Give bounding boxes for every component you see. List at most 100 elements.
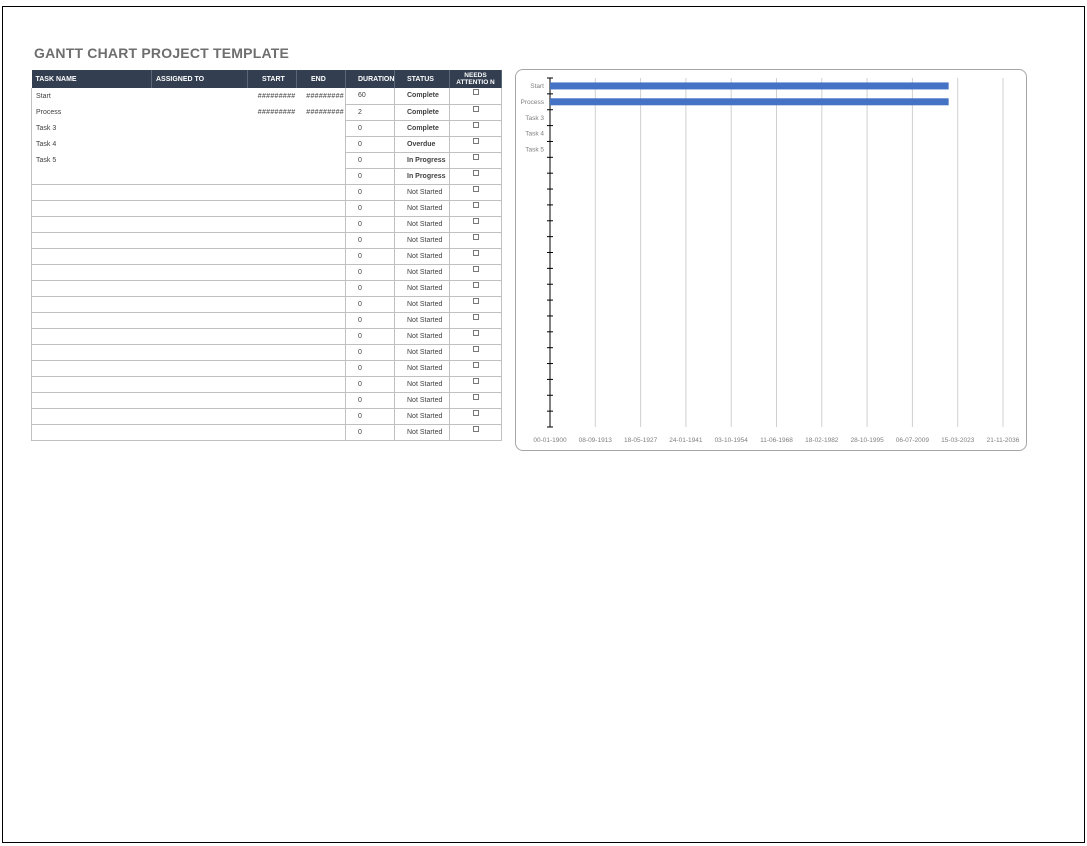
cell-needs-attention[interactable] <box>449 152 502 169</box>
cell-end[interactable] <box>296 264 346 281</box>
cell-end[interactable] <box>296 184 346 201</box>
cell-duration[interactable]: 0 <box>345 232 395 249</box>
cell-assigned-to[interactable] <box>151 280 248 297</box>
cell-task-name[interactable]: Task 3 <box>31 120 152 136</box>
needs-attention-checkbox[interactable] <box>472 377 479 384</box>
cell-status[interactable]: Not Started <box>394 280 450 297</box>
cell-task-name[interactable] <box>31 360 152 377</box>
cell-duration[interactable]: 0 <box>345 360 395 377</box>
cell-status[interactable]: Not Started <box>394 296 450 313</box>
cell-task-name[interactable] <box>31 280 152 297</box>
needs-attention-checkbox[interactable] <box>472 185 479 192</box>
cell-start[interactable] <box>247 408 297 425</box>
needs-attention-checkbox[interactable] <box>472 313 479 320</box>
cell-assigned-to[interactable] <box>151 408 248 425</box>
cell-end[interactable] <box>296 248 346 265</box>
needs-attention-checkbox[interactable] <box>472 345 479 352</box>
cell-duration[interactable]: 0 <box>345 248 395 265</box>
needs-attention-checkbox[interactable] <box>472 425 479 432</box>
cell-status[interactable]: Complete <box>394 104 450 121</box>
cell-status[interactable]: In Progress <box>394 152 450 169</box>
cell-end[interactable] <box>296 392 346 409</box>
cell-start[interactable]: ######### <box>248 88 297 104</box>
cell-start[interactable] <box>247 344 297 361</box>
cell-needs-attention[interactable] <box>449 280 502 297</box>
cell-assigned-to[interactable] <box>151 168 248 185</box>
cell-start[interactable] <box>247 232 297 249</box>
cell-needs-attention[interactable] <box>449 184 502 201</box>
needs-attention-checkbox[interactable] <box>472 217 479 224</box>
cell-status[interactable]: Not Started <box>394 408 450 425</box>
cell-needs-attention[interactable] <box>449 232 502 249</box>
cell-duration[interactable]: 0 <box>345 168 395 185</box>
cell-needs-attention[interactable] <box>449 424 502 441</box>
cell-status[interactable]: Not Started <box>394 392 450 409</box>
cell-task-name[interactable]: Task 4 <box>31 136 152 152</box>
cell-needs-attention[interactable] <box>449 88 502 105</box>
needs-attention-checkbox[interactable] <box>472 89 479 96</box>
cell-duration[interactable]: 2 <box>345 104 395 121</box>
cell-start[interactable] <box>247 248 297 265</box>
cell-duration[interactable]: 60 <box>345 88 395 105</box>
col-header-duration[interactable]: DURATION <box>345 70 395 88</box>
cell-status[interactable]: Not Started <box>394 184 450 201</box>
cell-needs-attention[interactable] <box>449 408 502 425</box>
needs-attention-checkbox[interactable] <box>472 265 479 272</box>
cell-needs-attention[interactable] <box>449 216 502 233</box>
cell-status[interactable]: Not Started <box>394 360 450 377</box>
cell-task-name[interactable] <box>31 408 152 425</box>
cell-status[interactable]: Not Started <box>394 312 450 329</box>
cell-task-name[interactable] <box>31 216 152 233</box>
cell-needs-attention[interactable] <box>449 344 502 361</box>
cell-duration[interactable]: 0 <box>345 424 395 441</box>
cell-duration[interactable]: 0 <box>345 280 395 297</box>
cell-assigned-to[interactable] <box>151 200 248 217</box>
cell-needs-attention[interactable] <box>449 264 502 281</box>
cell-assigned-to[interactable] <box>151 232 248 249</box>
cell-status[interactable]: Not Started <box>394 424 450 441</box>
cell-duration[interactable]: 0 <box>345 120 395 137</box>
cell-duration[interactable]: 0 <box>345 152 395 169</box>
needs-attention-checkbox[interactable] <box>472 201 479 208</box>
cell-needs-attention[interactable] <box>449 248 502 265</box>
cell-assigned-to[interactable] <box>151 296 248 313</box>
needs-attention-checkbox[interactable] <box>472 409 479 416</box>
needs-attention-checkbox[interactable] <box>472 393 479 400</box>
needs-attention-checkbox[interactable] <box>472 105 479 112</box>
cell-start[interactable] <box>247 360 297 377</box>
cell-task-name[interactable] <box>31 248 152 265</box>
cell-end[interactable] <box>296 424 346 441</box>
cell-end[interactable] <box>296 280 346 297</box>
cell-task-name[interactable]: Process <box>31 104 152 120</box>
cell-task-name[interactable] <box>31 392 152 409</box>
cell-needs-attention[interactable] <box>449 328 502 345</box>
cell-start[interactable] <box>247 424 297 441</box>
cell-duration[interactable]: 0 <box>345 296 395 313</box>
cell-duration[interactable]: 0 <box>345 200 395 217</box>
needs-attention-checkbox[interactable] <box>472 121 479 128</box>
cell-end[interactable] <box>296 312 346 329</box>
cell-start[interactable] <box>247 312 297 329</box>
cell-status[interactable]: Not Started <box>394 344 450 361</box>
cell-start[interactable] <box>247 376 297 393</box>
cell-assigned-to[interactable] <box>151 424 248 441</box>
cell-end[interactable] <box>296 120 346 136</box>
cell-duration[interactable]: 0 <box>345 312 395 329</box>
cell-assigned-to[interactable] <box>151 216 248 233</box>
cell-task-name[interactable] <box>31 168 152 185</box>
needs-attention-checkbox[interactable] <box>472 169 479 176</box>
cell-needs-attention[interactable] <box>449 312 502 329</box>
cell-needs-attention[interactable] <box>449 104 502 121</box>
cell-status[interactable]: Overdue <box>394 136 450 153</box>
cell-status[interactable]: Not Started <box>394 248 450 265</box>
cell-needs-attention[interactable] <box>449 376 502 393</box>
cell-task-name[interactable]: Start <box>31 88 152 104</box>
col-header-end[interactable]: END <box>296 70 346 88</box>
cell-end[interactable]: ######### <box>296 88 346 104</box>
cell-status[interactable]: Not Started <box>394 216 450 233</box>
cell-start[interactable] <box>247 184 297 201</box>
cell-start[interactable] <box>247 168 297 185</box>
cell-status[interactable]: Not Started <box>394 232 450 249</box>
cell-end[interactable] <box>296 408 346 425</box>
cell-needs-attention[interactable] <box>449 120 502 137</box>
